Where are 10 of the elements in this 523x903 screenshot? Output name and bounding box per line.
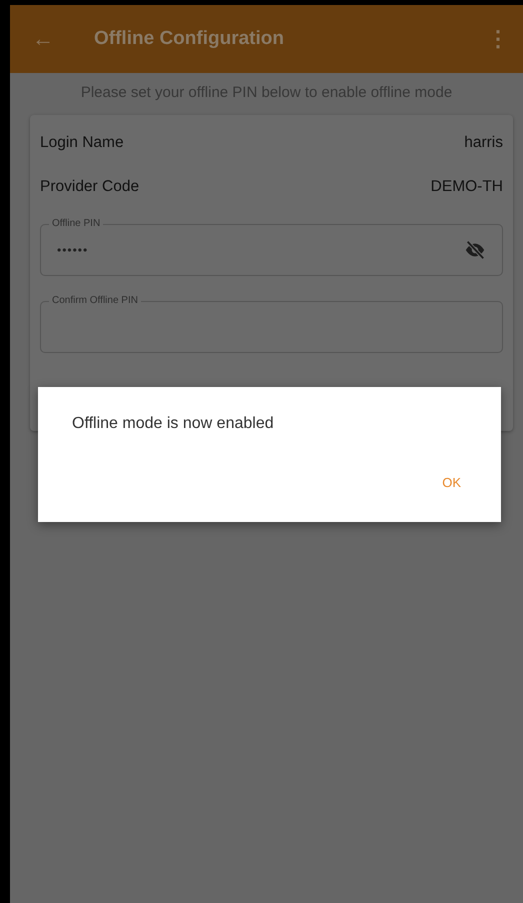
back-button[interactable]: ←: [32, 26, 54, 52]
ok-button[interactable]: OK: [434, 469, 469, 496]
dialog-message: Offline mode is now enabled: [72, 415, 275, 433]
eye-slash-icon[interactable]: [464, 239, 486, 261]
field-value: DEMO-TH: [430, 178, 503, 196]
menu-button[interactable]: ⋮: [487, 26, 509, 52]
field-value: harris: [464, 134, 503, 152]
field-label: Login Name: [40, 134, 124, 152]
field-label: Provider Code: [40, 178, 140, 196]
screen-title: Offline Configuration: [94, 28, 284, 50]
